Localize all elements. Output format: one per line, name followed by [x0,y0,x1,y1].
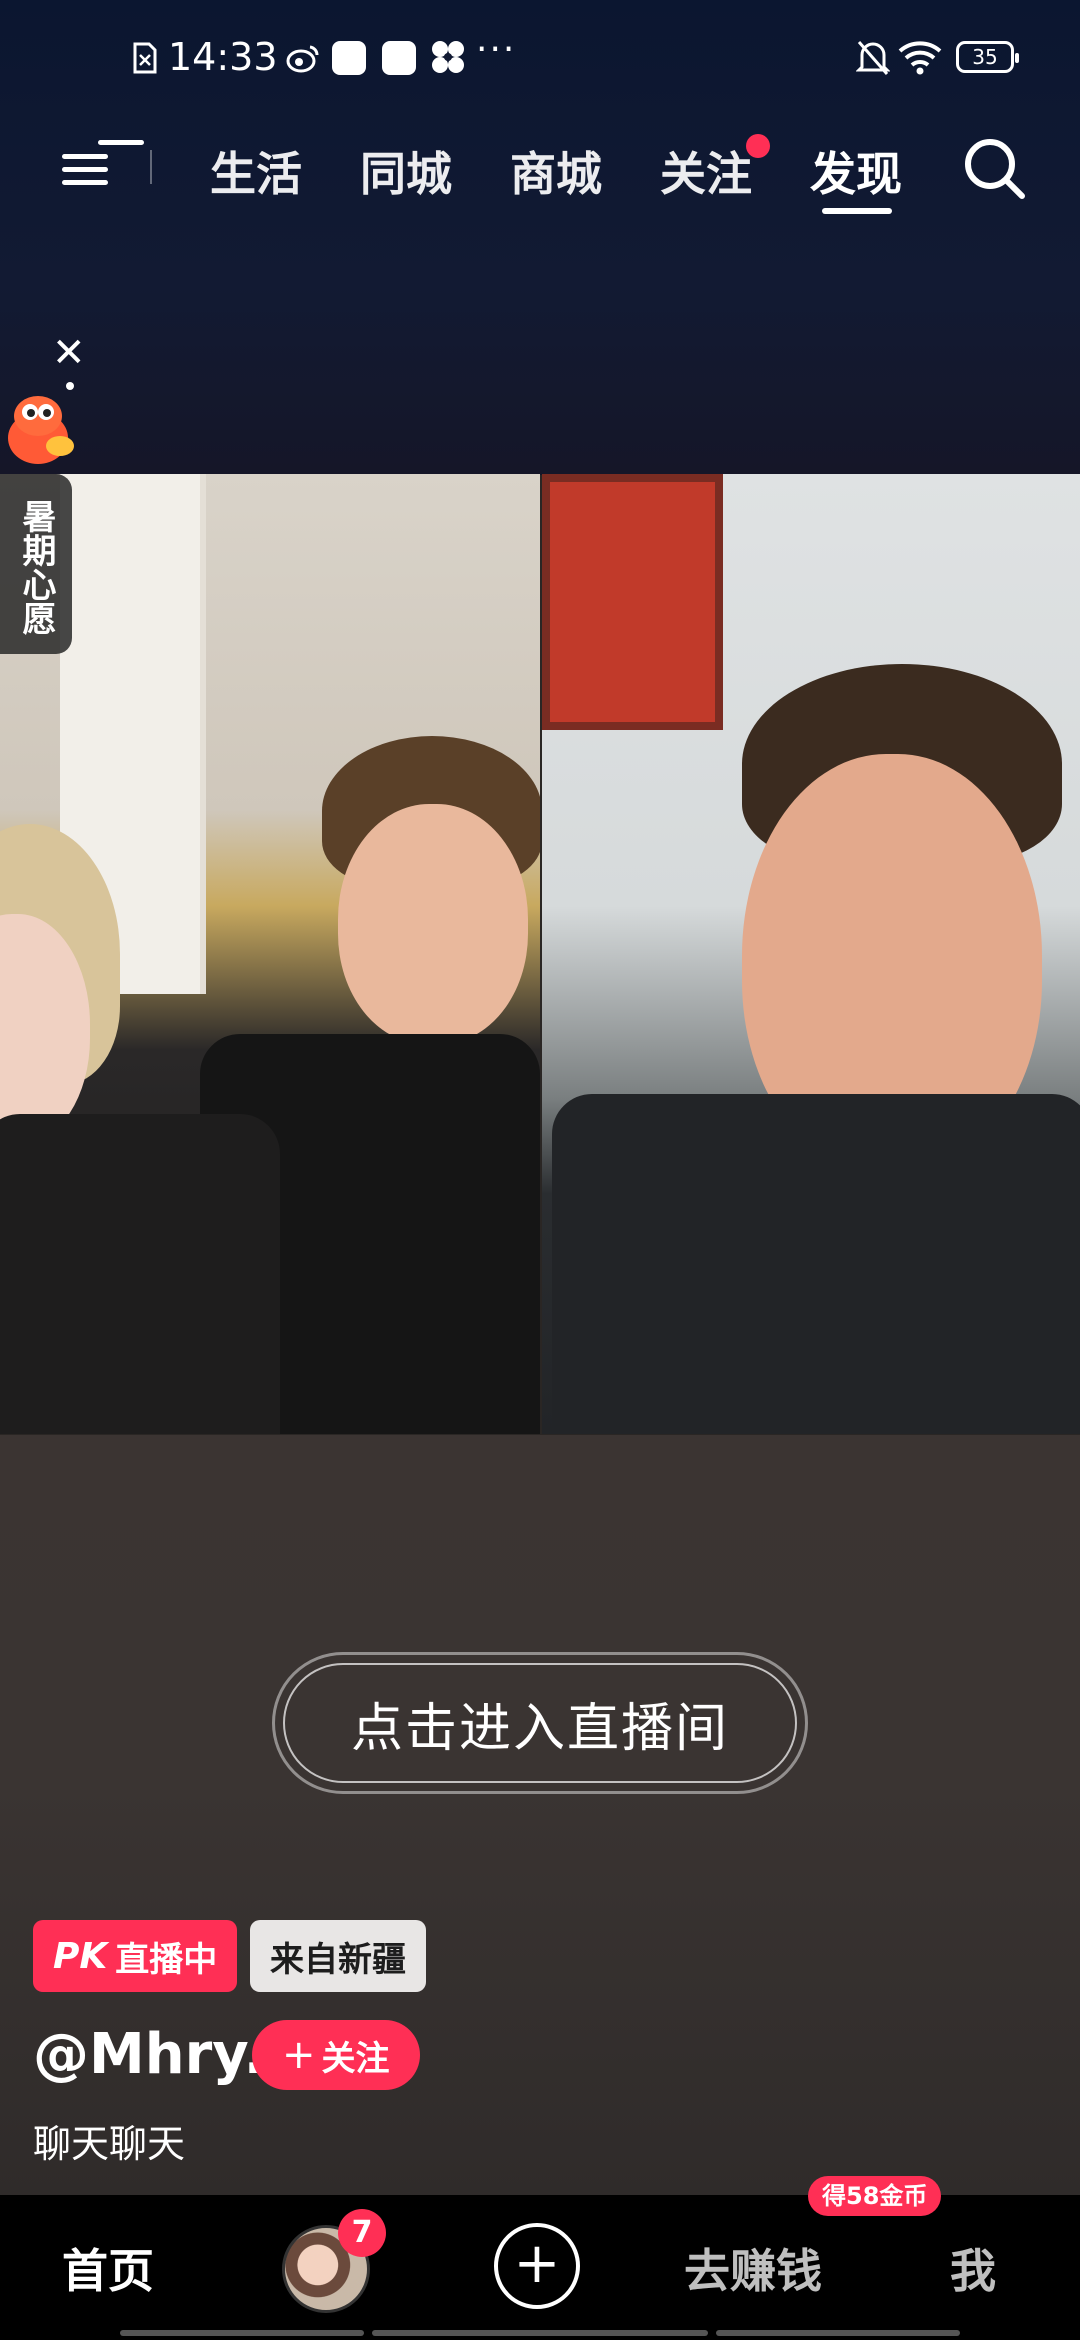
promo-widget[interactable]: 暑期心愿 [0,380,78,670]
create-button[interactable]: + [494,2223,580,2309]
search-button[interactable] [962,136,1028,202]
tab-life[interactable]: 生活 [210,138,302,204]
bottom-nav: 首页 7 + 去赚钱 我 [0,2195,1080,2340]
video-background-frame [542,474,723,730]
pk-live-badge[interactable]: PK 直播中 [33,1920,238,1992]
live-status-label: 直播中 [115,1939,218,1980]
nav-divider [150,150,152,184]
coin-reward-badge: 得58金币 [808,2176,942,2216]
menu-button[interactable] [58,140,144,196]
top-nav: 生活 同城 商城 关注 发现 [0,120,1080,220]
bell-off-icon [856,41,890,75]
promo-close-button[interactable]: ✕ [52,330,86,376]
video-person-body [552,1094,1080,1434]
weibo-icon [286,45,319,73]
more-notifications: ··· [476,29,517,70]
mascot-icon [8,382,74,464]
origin-tag[interactable]: 来自新疆 [250,1920,426,1992]
follow-button[interactable]: + 关注 [252,2020,420,2090]
streamer-username[interactable]: @Mhry. [33,2022,265,2087]
battery-indicator: 35 [956,41,1019,73]
tab-mall[interactable]: 商城 [510,138,602,204]
tab-following[interactable]: 关注 [660,138,752,204]
video-person-face [338,804,528,1044]
notification-app-icon [332,41,366,75]
friends-badge: 7 [338,2209,386,2257]
live-video-right[interactable] [542,474,1080,1434]
nav-me[interactable]: 我 [950,2235,996,2301]
search-icon [965,139,1025,199]
gesture-bar [716,2330,960,2336]
enter-live-room-button[interactable]: 点击进入直播间 [272,1652,808,1794]
enter-live-room-label: 点击进入直播间 [350,1698,729,1759]
menu-icon [62,154,108,159]
plus-icon: + [513,2231,561,2296]
menu-notification-dot [98,140,144,145]
video-person-body [0,1114,280,1434]
gesture-bar [120,2330,364,2336]
live-video-left[interactable] [0,474,540,1434]
following-notification-dot [746,134,770,158]
active-tab-indicator [822,208,892,214]
live-description: 聊天聊天 [33,2122,186,2166]
menu-icon-bar [62,167,108,172]
plus-icon: + [282,2032,316,2078]
nav-home[interactable]: 首页 [62,2235,154,2301]
status-time: 14:33 [168,35,278,79]
follow-label: 关注 [321,2038,390,2079]
menu-icon-bar [62,180,108,185]
wifi-icon [898,41,942,75]
notification-app-icon [382,41,416,75]
fan-app-icon [432,41,464,73]
sim-card-icon [133,42,157,74]
tab-same-city[interactable]: 同城 [360,138,452,204]
pk-icon: PK [53,1935,108,1977]
status-bar: 14:33 ··· 35 [0,29,1080,85]
gesture-bar [372,2330,708,2336]
promo-label: 暑期心愿 [0,474,72,654]
tab-discover[interactable]: 发现 [810,138,902,204]
nav-earn-money[interactable]: 去赚钱 [684,2235,822,2301]
